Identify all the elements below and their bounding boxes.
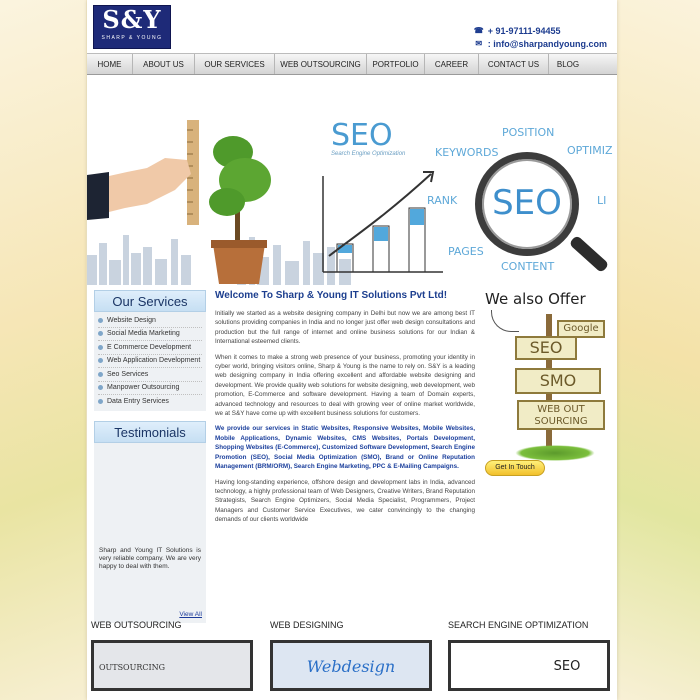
magnifier-graphic: SEO xyxy=(475,152,579,256)
grass-graphic xyxy=(515,445,595,461)
bullet-icon xyxy=(98,344,103,350)
featured-seo[interactable]: SEARCH ENGINE OPTIMIZATION SEO xyxy=(448,620,613,691)
featured-web-designing[interactable]: WEB DESIGNING Webdesign xyxy=(270,620,435,691)
service-label: Web Application Development xyxy=(107,357,201,364)
service-label: Data Entry Services xyxy=(107,398,169,405)
webdesign-image-text: Webdesign xyxy=(306,657,396,676)
background-left-decoration xyxy=(0,0,86,700)
nav-blog[interactable]: BLOG xyxy=(549,54,587,74)
nav-web-outsourcing[interactable]: WEB OUTSOURCING xyxy=(275,54,367,74)
kw-position: POSITION xyxy=(502,126,555,139)
kw-rank: RANK xyxy=(427,194,458,207)
main-content: Welcome To Sharp & Young IT Solutions Pv… xyxy=(215,290,475,531)
sign-seo: SEO xyxy=(515,336,577,360)
email-icon: ✉ xyxy=(475,38,483,48)
view-all-link[interactable]: View All xyxy=(179,611,202,618)
experience-paragraph: Having long-standing experience, offshor… xyxy=(215,478,475,524)
webdesign-image[interactable]: Webdesign xyxy=(270,640,432,691)
bullet-icon xyxy=(98,317,103,323)
sign-smo-label: SMO xyxy=(539,371,577,390)
growth-chart-sketch xyxy=(322,171,443,273)
testimonials-heading: Testimonials xyxy=(94,420,206,443)
service-label: Website Design xyxy=(107,316,156,324)
money-tree-graphic xyxy=(209,136,271,284)
header: S&Y SHARP & YOUNG ☎ + 91-97111-94455 ✉ :… xyxy=(87,0,617,52)
featured-title: SEARCH ENGINE OPTIMIZATION xyxy=(448,620,589,630)
seo-image[interactable]: SEO xyxy=(448,640,610,691)
sidebar: Our Services Website Design Social Media… xyxy=(94,290,206,623)
email-address[interactable]: : info@sharpandyoung.com xyxy=(488,39,607,49)
about-paragraph: When it comes to make a strong web prese… xyxy=(215,353,475,418)
service-link-seo[interactable]: Seo Services xyxy=(98,368,202,382)
testimonial-text: Sharp and Young IT Solutions is very rel… xyxy=(99,546,201,570)
kw-optimize: OPTIMIZ xyxy=(567,144,613,157)
bullet-icon xyxy=(98,371,103,377)
sign-seo-label: SEO xyxy=(529,338,563,357)
service-label: E Commerce Development xyxy=(107,343,192,351)
curved-arrow-icon xyxy=(491,310,519,332)
phone-number: + 91-97111-94455 xyxy=(487,25,561,36)
nav-career[interactable]: CAREER xyxy=(425,54,479,74)
logo-text: S&Y xyxy=(102,5,162,34)
page-container: S&Y SHARP & YOUNG ☎ + 91-97111-94455 ✉ :… xyxy=(87,0,617,700)
featured-title: WEB OUTSOURCING xyxy=(91,620,182,630)
service-label: Manpower Outsourcing xyxy=(107,384,180,391)
background-right-decoration xyxy=(614,0,700,700)
services-heading: Our Services xyxy=(94,290,206,312)
sign-web-outsourcing: WEB OUT SOURCING xyxy=(517,400,605,430)
service-link-ecommerce[interactable]: E Commerce Development xyxy=(98,341,202,355)
kw-content: CONTENT xyxy=(501,260,555,273)
sign-web-outsourcing-label: WEB OUT SOURCING xyxy=(534,404,588,427)
magnifier-handle xyxy=(568,234,610,274)
service-link-social-media[interactable]: Social Media Marketing xyxy=(98,328,202,341)
bullet-icon xyxy=(98,399,103,405)
phone-icon: ☎ xyxy=(473,25,484,35)
kw-pages: PAGES xyxy=(448,245,484,258)
featured-title: WEB DESIGNING xyxy=(270,620,344,630)
service-label: Social Media Marketing xyxy=(107,330,180,337)
service-link-manpower[interactable]: Manpower Outsourcing xyxy=(98,382,202,395)
nav-portfolio[interactable]: PORTFOLIO xyxy=(367,54,425,74)
bullet-icon xyxy=(98,385,103,391)
kw-links: LI xyxy=(597,194,607,207)
email-row: ✉ : info@sharpandyoung.com xyxy=(474,37,607,50)
magnifier-seo-text: SEO xyxy=(492,183,562,223)
seo-subtitle: Search Engine Optimization xyxy=(331,151,406,157)
intro-paragraph: Initially we started as a website design… xyxy=(215,310,475,346)
nav-about-us[interactable]: ABOUT US xyxy=(133,54,195,74)
seo-headline: SEO xyxy=(331,118,393,153)
service-link-web-app[interactable]: Web Application Development xyxy=(98,355,202,368)
page-title: Welcome To Sharp & Young IT Solutions Pv… xyxy=(215,290,448,301)
service-link-data-entry[interactable]: Data Entry Services xyxy=(98,395,202,409)
contact-info: ☎ + 91-97111-94455 ✉ : info@sharpandyoun… xyxy=(474,24,607,50)
offer-panel: We also Offer Google SEO SMO WEB OUT SOU… xyxy=(485,290,613,480)
service-link-website-design[interactable]: Website Design xyxy=(98,314,202,328)
bullet-icon xyxy=(98,358,103,364)
service-label: Seo Services xyxy=(107,370,149,378)
nav-contact-us[interactable]: CONTACT US xyxy=(479,54,549,74)
testimonials-box: Sharp and Young IT Solutions is very rel… xyxy=(94,442,206,623)
hand-ruler-graphic xyxy=(87,120,199,225)
seo-image-text: SEO xyxy=(553,659,581,674)
outsourcing-image-text: OUTSOURCING xyxy=(98,663,166,672)
kw-keywords: KEYWORDS xyxy=(435,146,499,159)
phone-row: ☎ + 91-97111-94455 xyxy=(474,24,607,37)
hero-banner: SEO Search Engine Optimization POSITION … xyxy=(87,100,617,285)
sign-smo: SMO xyxy=(515,368,601,394)
services-paragraph: We provide our services in Static Websit… xyxy=(215,425,475,471)
featured-sections: WEB OUTSOURCING OUTSOURCING WEB DESIGNIN… xyxy=(87,620,617,700)
get-in-touch-button[interactable]: Get In Touch xyxy=(485,460,545,476)
nav-our-services[interactable]: OUR SERVICES xyxy=(195,54,275,74)
logo-tagline: SHARP & YOUNG xyxy=(101,35,163,41)
services-list: Website Design Social Media Marketing E … xyxy=(94,312,206,411)
outsourcing-image[interactable]: OUTSOURCING xyxy=(91,640,253,691)
nav-home[interactable]: HOME xyxy=(87,54,133,74)
bullet-icon xyxy=(98,331,103,337)
main-nav: HOME ABOUT US OUR SERVICES WEB OUTSOURCI… xyxy=(87,53,617,75)
offer-heading: We also Offer xyxy=(485,290,586,308)
logo[interactable]: S&Y SHARP & YOUNG xyxy=(93,5,171,49)
featured-web-outsourcing[interactable]: WEB OUTSOURCING OUTSOURCING xyxy=(91,620,256,691)
sign-google-label: Google xyxy=(563,323,599,334)
